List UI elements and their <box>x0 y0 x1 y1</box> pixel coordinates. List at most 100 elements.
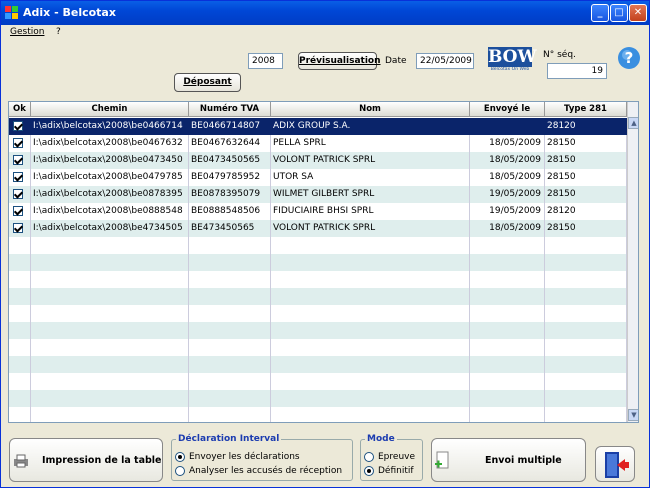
mode-final-radio[interactable] <box>364 466 374 476</box>
table-row[interactable] <box>9 373 627 390</box>
table-row[interactable] <box>9 305 627 322</box>
cell-chemin: I:\adix\belcotax\2008\be0467632 <box>31 135 189 152</box>
cell-envoye <box>470 254 545 271</box>
ok-checkbox[interactable] <box>13 223 23 233</box>
table-row[interactable]: I:\adix\belcotax\2008\be0466714 BE0466714… <box>9 118 627 135</box>
bow-logo-text: BOW <box>488 47 537 67</box>
cell-type <box>545 407 627 422</box>
cell-tva <box>189 322 271 339</box>
table-row[interactable] <box>9 390 627 407</box>
table-row[interactable] <box>9 322 627 339</box>
menu-bar: Gestion ? <box>1 25 649 41</box>
col-envoye[interactable]: Envoyé le <box>470 102 545 117</box>
cell-type <box>545 271 627 288</box>
cell-chemin <box>31 271 189 288</box>
cell-nom: UTOR SA <box>271 169 470 186</box>
cell-ok <box>9 339 31 356</box>
table-row[interactable] <box>9 254 627 271</box>
cell-envoye <box>470 373 545 390</box>
cell-ok <box>9 390 31 407</box>
col-chemin[interactable]: Chemin <box>31 102 189 117</box>
cell-ok <box>9 305 31 322</box>
exit-button[interactable] <box>595 446 635 482</box>
send-multiple-label: Envoi multiple <box>485 455 562 466</box>
cell-nom <box>271 288 470 305</box>
ok-checkbox[interactable] <box>13 155 23 165</box>
minimize-button[interactable]: _ <box>591 4 609 22</box>
cell-ok <box>9 169 31 186</box>
date-label: Date <box>385 56 407 66</box>
cell-chemin: I:\adix\belcotax\2008\be0878395 <box>31 186 189 203</box>
seq-field[interactable]: 19 <box>547 63 607 79</box>
cell-ok <box>9 373 31 390</box>
scroll-down-icon[interactable]: ▼ <box>628 409 638 421</box>
cell-envoye <box>470 237 545 254</box>
ok-checkbox[interactable] <box>13 121 23 131</box>
scroll-up-icon[interactable]: ▲ <box>628 117 638 129</box>
cell-nom <box>271 271 470 288</box>
cell-ok <box>9 254 31 271</box>
cell-chemin <box>31 390 189 407</box>
add-document-icon <box>435 451 449 469</box>
mode-test-radio[interactable] <box>364 452 374 462</box>
bow-logo: BOW Belcotax On Web <box>488 47 537 77</box>
table-row[interactable]: I:\adix\belcotax\2008\be0878395 BE0878395… <box>9 186 627 203</box>
table-row[interactable] <box>9 288 627 305</box>
table-row[interactable]: I:\adix\belcotax\2008\be0467632 BE0467632… <box>9 135 627 152</box>
cell-ok <box>9 152 31 169</box>
table-row[interactable] <box>9 407 627 422</box>
app-icon <box>5 6 18 19</box>
cell-envoye <box>470 390 545 407</box>
table-row[interactable]: I:\adix\belcotax\2008\be0479785 BE0479785… <box>9 169 627 186</box>
cell-nom: ADIX GROUP S.A. <box>271 118 470 135</box>
cell-nom <box>271 407 470 422</box>
maximize-button[interactable]: □ <box>610 4 628 22</box>
send-declarations-radio[interactable] <box>175 452 185 462</box>
col-ok[interactable]: Ok <box>9 102 31 117</box>
cell-ok <box>9 220 31 237</box>
table-row[interactable]: I:\adix\belcotax\2008\be0888548 BE0888548… <box>9 203 627 220</box>
table-row[interactable]: I:\adix\belcotax\2008\be4734505 BE4734505… <box>9 220 627 237</box>
year-field[interactable]: 2008 <box>248 53 283 69</box>
send-declarations-label: Envoyer les déclarations <box>189 452 300 462</box>
ok-checkbox[interactable] <box>13 138 23 148</box>
cell-type <box>545 254 627 271</box>
table-row[interactable] <box>9 237 627 254</box>
print-table-button[interactable]: Impression de la table <box>9 438 163 482</box>
title-bar[interactable]: Adix - Belcotax _ □ ✕ <box>1 1 649 25</box>
cell-tva <box>189 356 271 373</box>
ok-checkbox[interactable] <box>13 172 23 182</box>
deposant-button[interactable]: Déposant <box>174 73 241 92</box>
close-button[interactable]: ✕ <box>629 4 647 22</box>
cell-tva: BE0479785952 <box>189 169 271 186</box>
table-row[interactable] <box>9 271 627 288</box>
cell-nom: VOLONT PATRICK SPRL <box>271 220 470 237</box>
table-header: Ok Chemin Numéro TVA Nom Envoyé le Type … <box>9 102 627 117</box>
cell-envoye: 18/05/2009 <box>470 135 545 152</box>
table-row[interactable] <box>9 356 627 373</box>
declarations-table[interactable]: Ok Chemin Numéro TVA Nom Envoyé le Type … <box>8 101 639 423</box>
col-nom[interactable]: Nom <box>271 102 470 117</box>
help-icon[interactable]: ? <box>617 46 641 70</box>
ok-checkbox[interactable] <box>13 189 23 199</box>
col-tva[interactable]: Numéro TVA <box>189 102 271 117</box>
menu-gestion[interactable]: Gestion <box>10 27 44 37</box>
preview-button[interactable]: Prévisualisation <box>298 52 381 70</box>
analyse-receipts-radio[interactable] <box>175 466 185 476</box>
col-type[interactable]: Type 281 <box>545 102 627 117</box>
cell-chemin <box>31 339 189 356</box>
menu-help[interactable]: ? <box>56 27 61 37</box>
cell-nom <box>271 390 470 407</box>
table-row[interactable]: I:\adix\belcotax\2008\be0473450 BE0473450… <box>9 152 627 169</box>
ok-checkbox[interactable] <box>13 206 23 216</box>
cell-nom <box>271 305 470 322</box>
vertical-scrollbar[interactable]: ▲ ▼ <box>627 102 638 422</box>
cell-ok <box>9 203 31 220</box>
table-row[interactable] <box>9 339 627 356</box>
date-field[interactable]: 22/05/2009 <box>416 53 474 69</box>
cell-tva <box>189 305 271 322</box>
cell-type: 28150 <box>545 220 627 237</box>
send-multiple-button[interactable]: Envoi multiple <box>431 438 586 482</box>
cell-chemin: I:\adix\belcotax\2008\be0479785 <box>31 169 189 186</box>
cell-nom <box>271 373 470 390</box>
